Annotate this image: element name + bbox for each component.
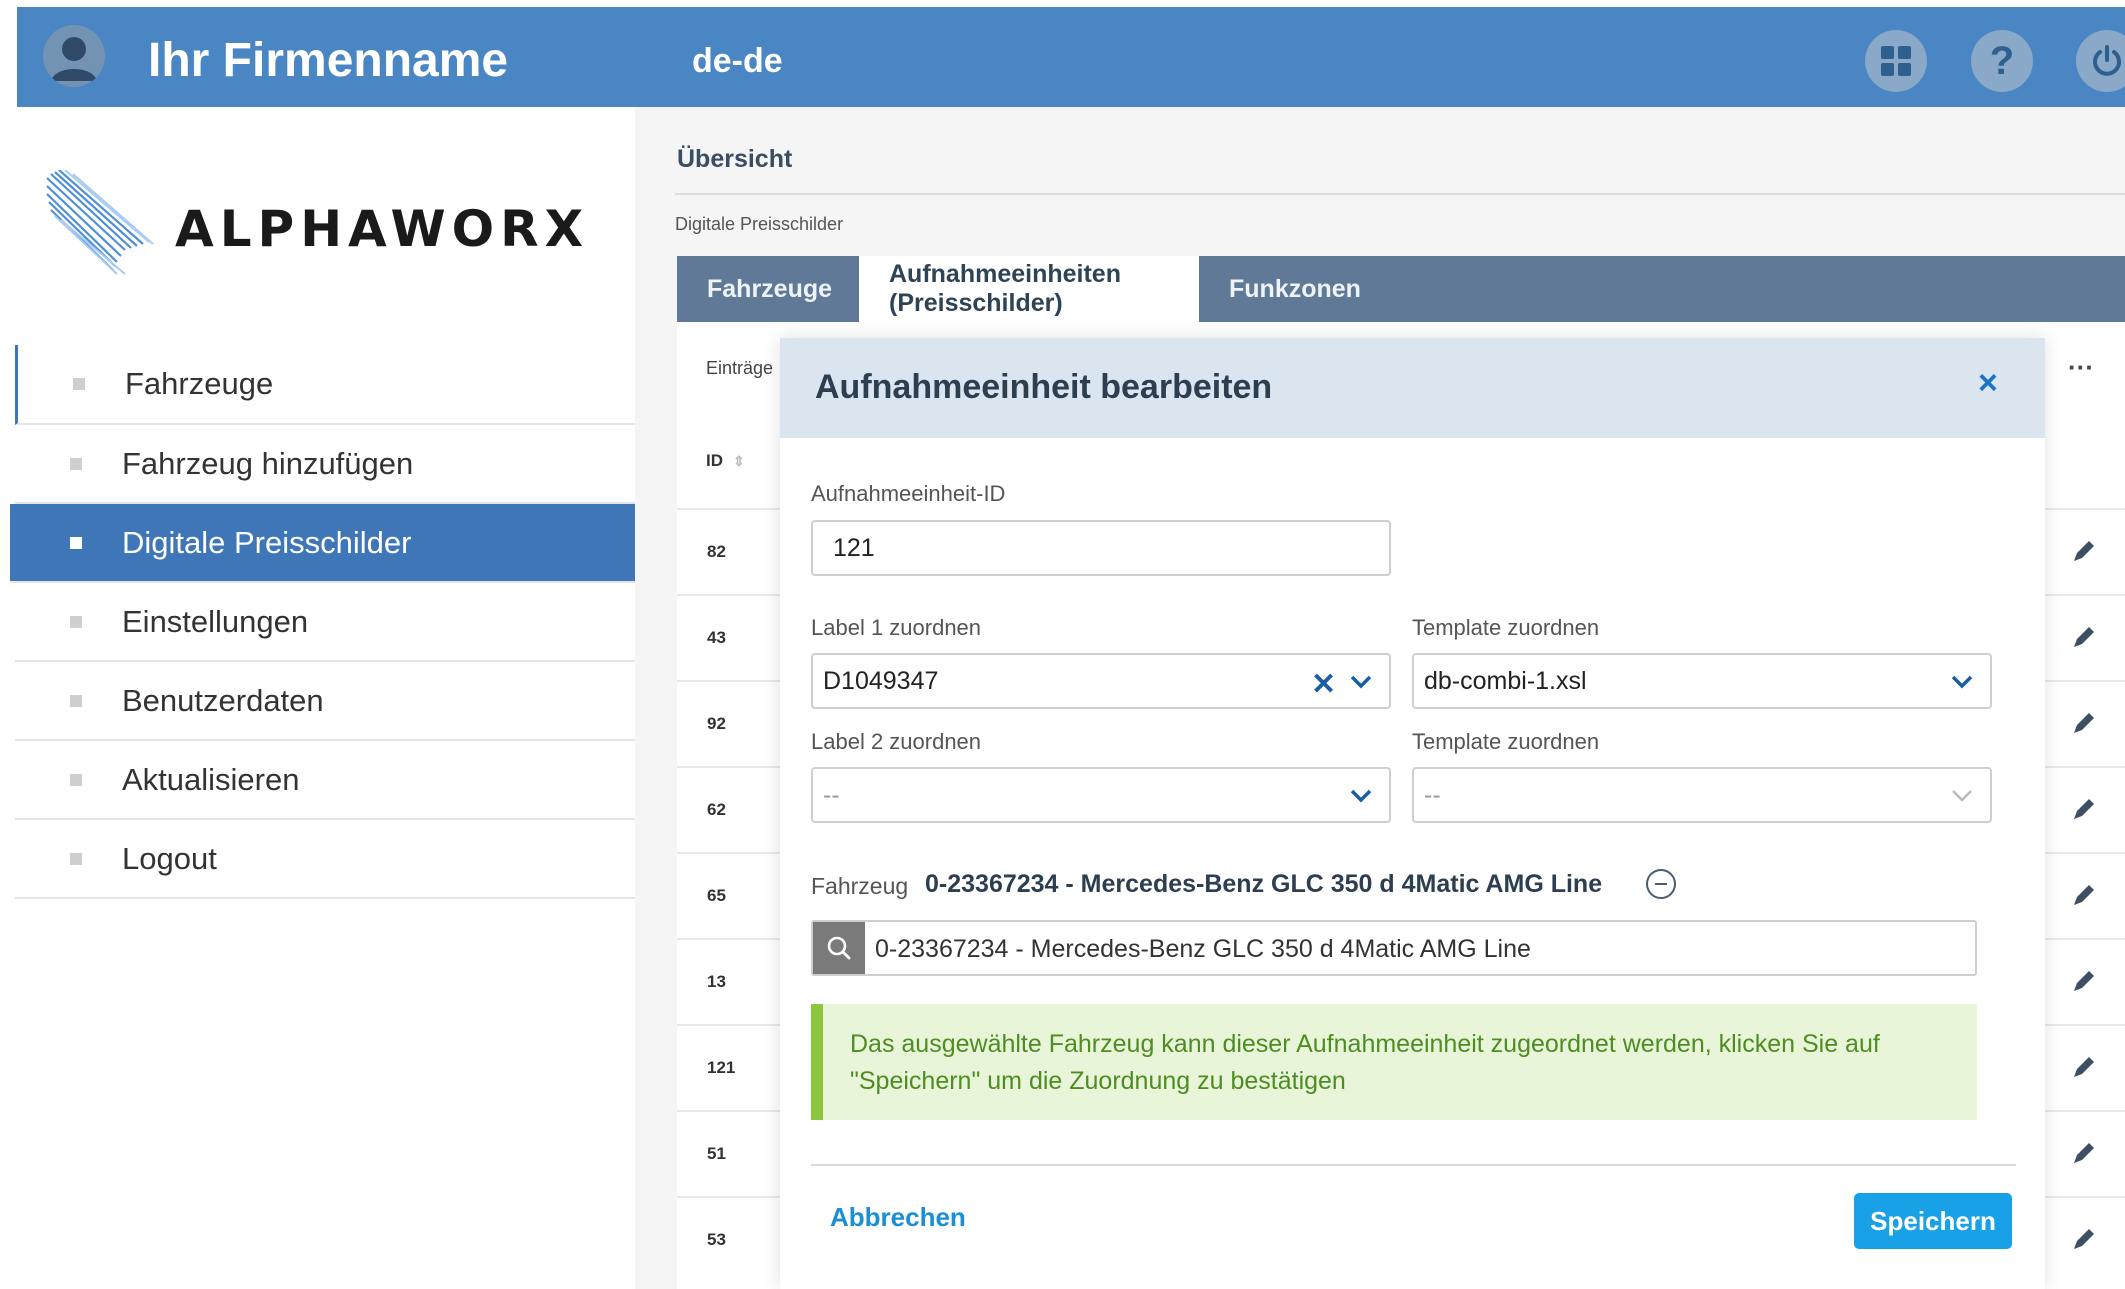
label1-label: Label 1 zuordnen <box>811 615 982 640</box>
label2-label: Label 2 zuordnen <box>811 729 982 754</box>
row-id: 53 <box>707 1230 726 1249</box>
page-title: Übersicht <box>677 145 793 173</box>
search-button[interactable] <box>813 922 865 974</box>
chevron-down-icon[interactable] <box>1950 673 1974 691</box>
clear-icon[interactable]: ✕ <box>1311 667 1336 702</box>
sidebar-item-label: Benutzerdaten <box>122 682 324 718</box>
vehicle-search-field[interactable]: 0-23367234 - Mercedes-Benz GLC 350 d 4Ma… <box>811 920 1977 976</box>
tab-bar: Fahrzeuge Aufnahmeeinheiten (Preisschild… <box>677 256 2125 322</box>
row-id: 92 <box>707 714 726 733</box>
edit-pencil-icon[interactable] <box>2069 880 2099 910</box>
chevron-down-icon[interactable] <box>1349 787 1373 805</box>
sort-icon: ⇕ <box>733 453 745 469</box>
template2-select: -- <box>1412 767 1992 823</box>
edit-pencil-icon[interactable] <box>2069 1138 2099 1168</box>
modal-title: Aufnahmeeinheit bearbeiten <box>815 368 1273 406</box>
alphaworx-logo: ALPHAWORX <box>45 169 605 275</box>
tab-aufnahmeeinheiten[interactable]: Aufnahmeeinheiten (Preisschilder) <box>859 256 1199 322</box>
column-header-label: ID <box>706 451 723 470</box>
sidebar-item-label: Einstellungen <box>122 603 309 639</box>
row-id: 13 <box>707 972 726 991</box>
edit-pencil-icon[interactable] <box>2069 1224 2099 1254</box>
save-button[interactable]: Speichern <box>1854 1193 2012 1249</box>
sidebar-item-logout[interactable]: Logout <box>15 820 635 899</box>
top-bar: Ihr Firmenname de-de ? <box>17 7 2125 107</box>
help-icon[interactable]: ? <box>1971 30 2033 92</box>
sidebar-item-label: Logout <box>122 840 217 876</box>
bullet-icon <box>70 694 82 707</box>
modal-header: Aufnahmeeinheit bearbeiten × <box>780 338 2045 438</box>
edit-pencil-icon[interactable] <box>2069 1052 2099 1082</box>
success-alert: Das ausgewählte Fahrzeug kann dieser Auf… <box>811 1004 1977 1120</box>
sidebar-item-fahrzeug-hinzufuegen[interactable]: Fahrzeug hinzufügen <box>15 425 635 504</box>
sidebar-item-digitale-preisschilder[interactable]: Digitale Preisschilder <box>10 504 635 583</box>
edit-pencil-icon[interactable] <box>2069 966 2099 996</box>
sidebar-item-einstellungen[interactable]: Einstellungen <box>15 583 635 662</box>
sidebar-item-fahrzeuge[interactable]: Fahrzeuge <box>15 345 635 425</box>
selected-vehicle-name: 0-23367234 - Mercedes-Benz GLC 350 d 4Ma… <box>925 870 1603 898</box>
bullet-icon <box>70 536 82 549</box>
vehicle-label: Fahrzeug <box>811 873 909 899</box>
sidebar-item-benutzerdaten[interactable]: Benutzerdaten <box>15 662 635 741</box>
sidebar-nav: Fahrzeuge Fahrzeug hinzufügen Digitale P… <box>10 345 635 899</box>
unit-id-input[interactable]: 121 <box>811 520 1391 576</box>
row-id: 43 <box>707 628 726 647</box>
row-id: 65 <box>707 886 726 905</box>
tab-fahrzeuge[interactable]: Fahrzeuge <box>677 256 862 322</box>
power-icon[interactable] <box>2076 30 2125 92</box>
vehicle-search-value: 0-23367234 - Mercedes-Benz GLC 350 d 4Ma… <box>875 935 1531 963</box>
edit-pencil-icon[interactable] <box>2069 536 2099 566</box>
user-avatar-icon[interactable] <box>43 25 105 87</box>
remove-vehicle-icon[interactable] <box>1646 869 1676 899</box>
sidebar-item-aktualisieren[interactable]: Aktualisieren <box>15 741 635 820</box>
unit-id-value: 121 <box>833 533 875 562</box>
bullet-icon <box>73 378 85 390</box>
edit-pencil-icon[interactable] <box>2069 622 2099 652</box>
bullet-icon <box>70 457 82 470</box>
bullet-icon <box>70 773 82 786</box>
tab-funkzonen[interactable]: Funkzonen <box>1199 256 1391 322</box>
entries-label: Einträge <box>706 358 774 378</box>
label1-value: D1049347 <box>823 666 939 695</box>
bullet-icon <box>70 852 82 865</box>
row-id: 121 <box>707 1058 736 1077</box>
template2-label: Template zuordnen <box>1412 729 1600 754</box>
breadcrumb[interactable]: Digitale Preisschilder <box>675 214 843 235</box>
edit-pencil-icon[interactable] <box>2069 708 2099 738</box>
help-glyph: ? <box>1989 38 2015 83</box>
close-icon[interactable]: × <box>1978 364 1998 403</box>
unit-id-label: Aufnahmeeinheit-ID <box>811 481 1006 506</box>
logo-text: ALPHAWORX <box>175 200 590 258</box>
label2-select[interactable]: -- <box>811 767 1391 823</box>
template1-select[interactable]: db-combi-1.xsl <box>1412 653 1992 709</box>
template1-label: Template zuordnen <box>1412 615 1600 640</box>
sidebar-item-label: Fahrzeuge <box>125 366 274 401</box>
sidebar-item-label: Digitale Preisschilder <box>122 524 412 560</box>
edit-pencil-icon[interactable] <box>2069 794 2099 824</box>
chevron-down-icon[interactable] <box>1349 673 1373 691</box>
logo-mark-icon <box>46 169 154 275</box>
company-name: Ihr Firmenname <box>148 34 509 87</box>
row-id: 82 <box>707 542 726 561</box>
locale-label[interactable]: de-de <box>692 44 783 78</box>
chevron-down-icon <box>1952 790 1972 802</box>
apps-grid-icon[interactable] <box>1865 30 1927 92</box>
search-icon <box>827 936 851 960</box>
alert-text: Das ausgewählte Fahrzeug kann dieser Auf… <box>850 1030 1880 1095</box>
edit-unit-modal: Aufnahmeeinheit bearbeiten × Aufnahmeein… <box>780 338 2045 1289</box>
row-id: 51 <box>707 1144 726 1163</box>
label2-value: -- <box>823 780 840 809</box>
template1-value: db-combi-1.xsl <box>1424 666 1587 695</box>
title-divider <box>675 193 2125 195</box>
row-id: 62 <box>707 800 726 819</box>
more-options-icon[interactable]: ··· <box>2068 352 2094 383</box>
cancel-button[interactable]: Abbrechen <box>830 1202 966 1233</box>
label1-select[interactable]: D1049347 ✕ <box>811 653 1391 709</box>
modal-footer-divider <box>811 1164 2016 1166</box>
sidebar-item-label: Fahrzeug hinzufügen <box>122 445 414 481</box>
sidebar-item-label: Aktualisieren <box>122 761 300 797</box>
bullet-icon <box>70 615 82 628</box>
column-header-id[interactable]: ID ⇕ <box>706 451 745 471</box>
template2-value: -- <box>1424 780 1441 809</box>
